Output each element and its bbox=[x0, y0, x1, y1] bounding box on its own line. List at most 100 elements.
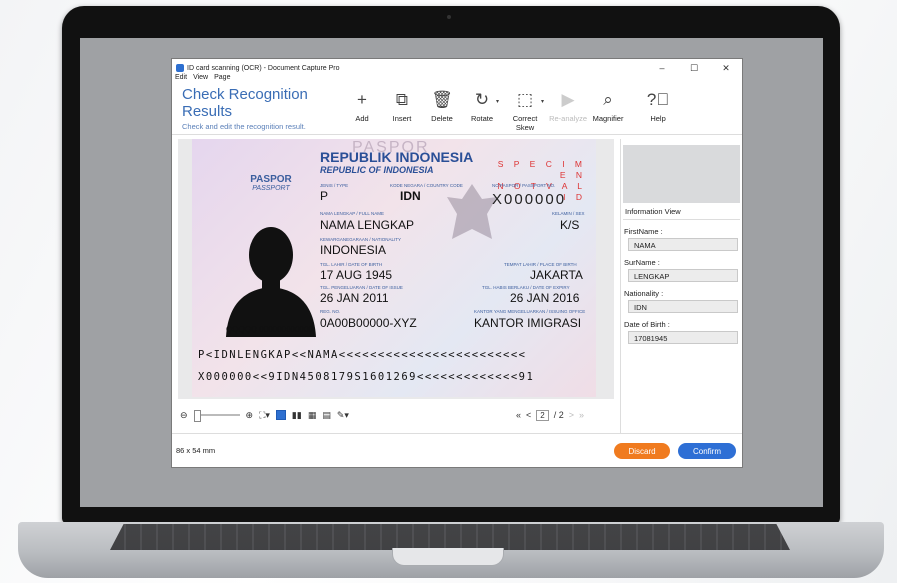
reanalyze-label: Re-analyze bbox=[549, 114, 587, 123]
correct-skew-button[interactable]: ⬚ Correct Skew bbox=[503, 86, 547, 132]
card-code: QQQQQ 000000000000 bbox=[226, 325, 313, 334]
ribbon: Check Recognition Results Check and edit… bbox=[172, 83, 742, 135]
reanalyze-button[interactable]: ▶ Re-analyze bbox=[548, 86, 588, 123]
viewer-toolbar: ⊖ ⊕ ⛶▾ ▮▮ ▦ ▤ ✎▾ « < 2 / 2 > » bbox=[178, 401, 614, 429]
plus-icon: + bbox=[357, 90, 367, 109]
minimize-icon[interactable]: – bbox=[646, 63, 678, 74]
expiry-value: 26 JAN 2016 bbox=[510, 291, 580, 305]
thumbnails-icon[interactable]: ▤ bbox=[322, 410, 331, 421]
trash-icon: 🗑 bbox=[431, 90, 453, 109]
passport-image: PASPOR REPUBLIK INDONESIA REPUBLIC OF IN… bbox=[192, 139, 596, 397]
add-label: Add bbox=[355, 114, 369, 123]
dob-field[interactable]: 17081945 bbox=[628, 331, 738, 344]
country-value: IDN bbox=[400, 189, 421, 203]
menu-page[interactable]: Page bbox=[214, 74, 230, 83]
page-subtitle: Check and edit the recognition result. bbox=[182, 122, 306, 131]
document-size: 86 x 54 mm bbox=[176, 446, 216, 455]
single-view-icon[interactable] bbox=[275, 410, 286, 420]
help-icon: ?⃝ bbox=[646, 90, 670, 109]
last-page-icon[interactable]: » bbox=[579, 410, 584, 420]
firstname-label: FirstName : bbox=[624, 227, 663, 236]
help-button[interactable]: ?⃝ Help bbox=[638, 86, 678, 123]
office-value: KANTOR IMIGRASI bbox=[474, 316, 582, 330]
maximize-icon[interactable]: ☐ bbox=[678, 63, 710, 74]
two-page-icon[interactable]: ▮▮ bbox=[292, 410, 302, 421]
page-number-input[interactable]: 2 bbox=[536, 409, 549, 421]
laptop-notch bbox=[392, 548, 504, 566]
info-view-title: Information View bbox=[623, 203, 740, 220]
type-label: JENIS / TYPE bbox=[320, 183, 349, 188]
surname-label: SurName : bbox=[624, 258, 660, 267]
delete-button[interactable]: 🗑 Delete bbox=[422, 86, 462, 123]
zoom-out-icon[interactable]: ⊖ bbox=[180, 410, 188, 421]
fit-icon[interactable]: ⛶▾ bbox=[259, 410, 270, 421]
passno-value: X000000 bbox=[492, 191, 567, 208]
app-window: ID card scanning (OCR) - Document Captur… bbox=[171, 58, 743, 468]
reg-label: REG. NO. bbox=[320, 309, 341, 314]
office-label: KANTOR YANG MENGELUARKAN / ISSUING OFFIC… bbox=[474, 309, 586, 314]
main-area: PASPOR REPUBLIK INDONESIA REPUBLIC OF IN… bbox=[172, 139, 742, 433]
rotate-icon: ↻ bbox=[474, 90, 490, 109]
skew-icon: ⬚ bbox=[516, 90, 534, 109]
skew-dropdown-icon[interactable]: ▾ bbox=[541, 98, 544, 105]
add-button[interactable]: + Add bbox=[342, 86, 382, 123]
magnifier-label: Magnifier bbox=[592, 114, 624, 123]
pob-label: TEMPAT LAHIR / PLACE OF BIRTH bbox=[504, 262, 577, 267]
name-value: NAMA LENGKAP bbox=[320, 218, 415, 232]
dob-label: TGL. LAHIR / DATE OF BIRTH bbox=[320, 262, 383, 267]
name-label: NAMA LENGKAP / FULL NAME bbox=[320, 211, 385, 216]
next-page-icon[interactable]: > bbox=[569, 410, 574, 420]
issue-value: 26 JAN 2011 bbox=[320, 291, 389, 305]
rotate-label: Rotate bbox=[470, 114, 494, 123]
camera bbox=[447, 15, 451, 19]
type-value: P bbox=[320, 189, 329, 203]
laptop-keyboard bbox=[110, 524, 790, 550]
correct-skew-label: Correct Skew bbox=[512, 114, 538, 132]
specimen-text: S P E C I M E N bbox=[497, 159, 586, 180]
prev-page-icon[interactable]: < bbox=[526, 410, 531, 420]
stage: ID card scanning (OCR) - Document Captur… bbox=[0, 0, 897, 583]
magnifier-button[interactable]: ⌕ Magnifier bbox=[588, 86, 628, 123]
grid-view-icon[interactable]: ▦ bbox=[308, 410, 317, 421]
insert-button[interactable]: ⧉ Insert bbox=[382, 86, 422, 123]
reg-value: 0A00B00000-XYZ bbox=[320, 316, 417, 330]
confirm-button[interactable]: Confirm bbox=[678, 443, 736, 459]
zoom-in-icon[interactable]: ⊕ bbox=[246, 410, 254, 421]
play-icon: ▶ bbox=[561, 90, 575, 109]
help-label: Help bbox=[650, 114, 666, 123]
mrz-line-1: P<IDNLENGKAP<<NAMA<<<<<<<<<<<<<<<<<<<<<<… bbox=[198, 349, 527, 361]
search-icon: ⌕ bbox=[603, 90, 613, 109]
discard-button[interactable]: Discard bbox=[614, 443, 670, 459]
expiry-label: TGL. HABIS BERLAKU / DATE OF EXPIRY bbox=[482, 285, 570, 290]
close-icon[interactable]: ✕ bbox=[710, 63, 742, 74]
card-passport: PASSPORT bbox=[252, 185, 290, 192]
country-label: KODE NEGARA / COUNTRY CODE bbox=[390, 183, 463, 188]
image-viewer[interactable]: PASPOR REPUBLIK INDONESIA REPUBLIC OF IN… bbox=[178, 139, 614, 399]
sex-label: KELAMIN / SEX bbox=[552, 211, 585, 216]
nationality-label: KEWARGANEGARAAN / NATIONALITY bbox=[320, 237, 402, 242]
nationality-value: INDONESIA bbox=[320, 243, 387, 257]
passno-label: NO.PASPOR / PASSPORT NO. bbox=[492, 183, 556, 188]
first-page-icon[interactable]: « bbox=[516, 410, 521, 420]
sex-value: K/S bbox=[560, 218, 580, 232]
insert-icon: ⧉ bbox=[395, 90, 409, 109]
portrait-silhouette bbox=[226, 227, 316, 337]
menu-bar: Edit View Page bbox=[172, 74, 742, 83]
insert-label: Insert bbox=[392, 114, 412, 123]
nationality-field[interactable]: IDN bbox=[628, 300, 738, 313]
issue-label: TGL. PENGELUARAN / DATE OF ISSUE bbox=[320, 285, 403, 290]
menu-view[interactable]: View bbox=[193, 74, 208, 83]
app-icon bbox=[176, 64, 184, 72]
thumbnail-preview bbox=[623, 145, 740, 203]
zoom-slider[interactable] bbox=[193, 410, 240, 422]
surname-field[interactable]: LENGKAP bbox=[628, 269, 738, 282]
rotate-dropdown-icon[interactable]: ▾ bbox=[496, 98, 499, 105]
edit-view-icon[interactable]: ✎▾ bbox=[337, 410, 349, 421]
page-total: / 2 bbox=[553, 410, 564, 420]
card-republic-en: REPUBLIC OF INDONESIA bbox=[320, 165, 434, 175]
mrz-line-2: X000000<<9IDN4508179S1601269<<<<<<<<<<<<… bbox=[198, 371, 535, 383]
firstname-field[interactable]: NAMA bbox=[628, 238, 738, 251]
pob-value: JAKARTA bbox=[530, 268, 583, 282]
card-paspor: PASPOR bbox=[250, 174, 292, 185]
menu-edit[interactable]: Edit bbox=[175, 74, 187, 83]
